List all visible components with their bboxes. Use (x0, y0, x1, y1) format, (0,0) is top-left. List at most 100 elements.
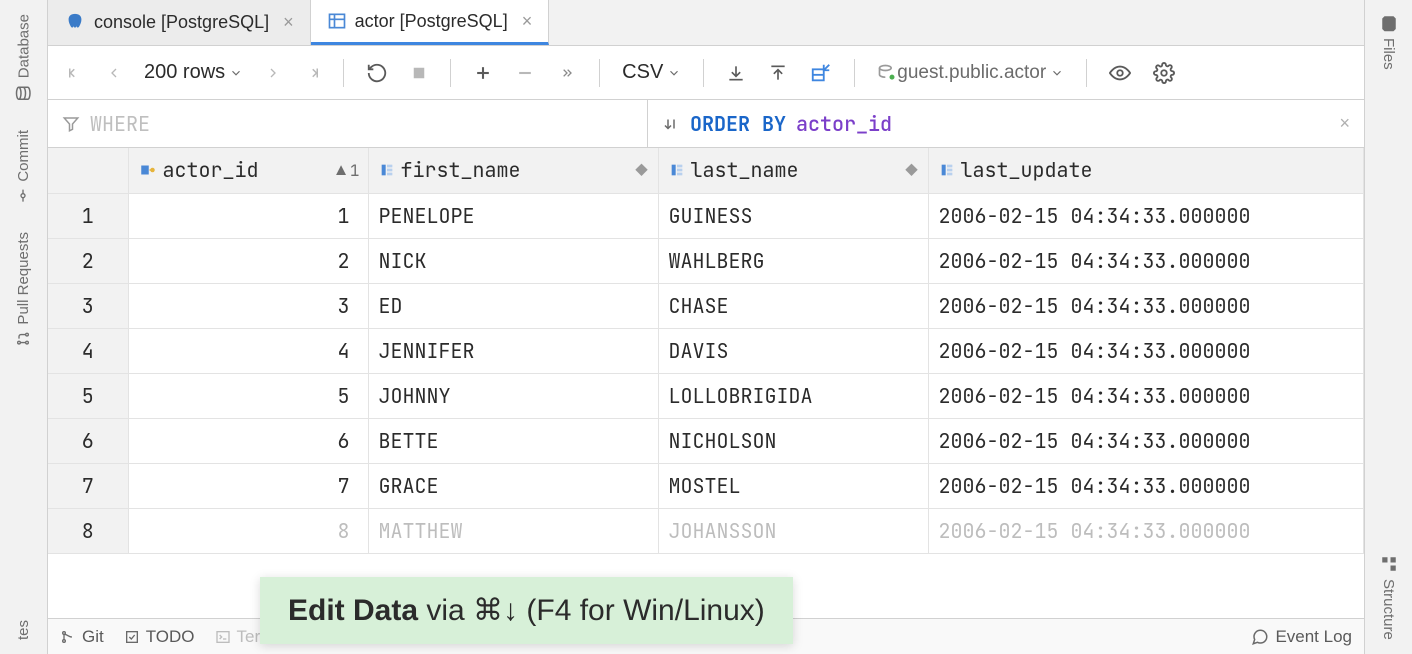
tool-structure[interactable]: Structure (1380, 541, 1398, 654)
data-cell[interactable]: ED (368, 283, 658, 328)
close-icon[interactable]: × (522, 11, 533, 32)
row-number-cell[interactable]: 1 (48, 193, 128, 238)
first-page-button[interactable] (60, 60, 90, 86)
data-cell[interactable]: 5 (128, 373, 368, 418)
data-cell[interactable]: WAHLBERG (658, 238, 928, 283)
data-cell[interactable]: 1 (128, 193, 368, 238)
event-log-icon (1251, 628, 1269, 646)
view-button[interactable] (1103, 58, 1137, 88)
tool-files[interactable]: Files (1380, 0, 1398, 84)
data-cell[interactable]: PENELOPE (368, 193, 658, 238)
table-row[interactable]: 44JENNIFERDAVIS2006-02-15 04:34:33.00000… (48, 328, 1364, 373)
row-number-cell[interactable]: 8 (48, 508, 128, 553)
column-header-row: actor_id ▲ 1 first_name ◆ (48, 148, 1364, 193)
where-filter-input[interactable]: WHERE (48, 100, 648, 147)
data-cell[interactable]: 2006-02-15 04:34:33.000000 (928, 463, 1364, 508)
data-cell[interactable]: 2006-02-15 04:34:33.000000 (928, 418, 1364, 463)
data-cell[interactable]: 2006-02-15 04:34:33.000000 (928, 328, 1364, 373)
last-page-button[interactable] (297, 60, 327, 86)
tab-console[interactable]: console [PostgreSQL] × (48, 0, 311, 45)
right-tool-sidebar: Files Structure (1364, 0, 1412, 654)
tab-console-label: console [PostgreSQL] (94, 12, 269, 33)
separator (1086, 59, 1087, 87)
close-icon[interactable]: × (283, 12, 294, 33)
table-row[interactable]: 22NICKWAHLBERG2006-02-15 04:34:33.000000 (48, 238, 1364, 283)
table-row[interactable]: 77GRACEMOSTEL2006-02-15 04:34:33.000000 (48, 463, 1364, 508)
status-git[interactable]: Git (60, 627, 104, 647)
data-cell[interactable]: BETTE (368, 418, 658, 463)
data-cell[interactable]: 2006-02-15 04:34:33.000000 (928, 508, 1364, 553)
data-cell[interactable]: NICHOLSON (658, 418, 928, 463)
data-cell[interactable]: JOHNNY (368, 373, 658, 418)
column-name: first_name (401, 157, 521, 183)
data-cell[interactable]: 2006-02-15 04:34:33.000000 (928, 373, 1364, 418)
data-cell[interactable]: 7 (128, 463, 368, 508)
terminal-icon (215, 629, 231, 645)
data-cell[interactable]: DAVIS (658, 328, 928, 373)
row-number-cell[interactable]: 6 (48, 418, 128, 463)
reload-button[interactable] (360, 58, 394, 88)
table-row[interactable]: 33EDCHASE2006-02-15 04:34:33.000000 (48, 283, 1364, 328)
row-number-cell[interactable]: 5 (48, 373, 128, 418)
prev-page-button[interactable] (100, 60, 128, 86)
data-cell[interactable]: 8 (128, 508, 368, 553)
clear-order-button[interactable]: × (1339, 113, 1350, 134)
more-actions-button[interactable] (551, 61, 583, 85)
tool-commit[interactable]: Commit (15, 116, 32, 218)
data-cell[interactable]: GRACE (368, 463, 658, 508)
download-button[interactable] (720, 59, 752, 87)
tab-actor[interactable]: actor [PostgreSQL] × (311, 0, 550, 45)
order-by-input[interactable]: ORDER BY actor_id × (648, 100, 1364, 147)
data-cell[interactable]: JENNIFER (368, 328, 658, 373)
column-icon (379, 162, 395, 178)
tool-bottom-truncated[interactable]: tes (15, 606, 32, 654)
row-number-cell[interactable]: 2 (48, 238, 128, 283)
data-cell[interactable]: MATTHEW (368, 508, 658, 553)
stop-button[interactable] (404, 60, 434, 86)
data-cell[interactable]: 2006-02-15 04:34:33.000000 (928, 238, 1364, 283)
data-cell[interactable]: GUINESS (658, 193, 928, 238)
tool-pull-requests[interactable]: Pull Requests (15, 218, 32, 361)
row-number-header[interactable] (48, 148, 128, 193)
data-cell[interactable]: 3 (128, 283, 368, 328)
column-header-actor-id[interactable]: actor_id ▲ 1 (128, 148, 368, 193)
export-format-dropdown[interactable]: CSV (616, 57, 687, 88)
data-cell[interactable]: JOHANSSON (658, 508, 928, 553)
next-page-button[interactable] (259, 60, 287, 86)
sort-index: 1 (350, 160, 360, 181)
hint-bold: Edit Data (288, 594, 418, 627)
upload-button[interactable] (762, 59, 794, 87)
row-number-cell[interactable]: 7 (48, 463, 128, 508)
import-table-button[interactable] (804, 58, 838, 88)
table-row[interactable]: 66BETTENICHOLSON2006-02-15 04:34:33.0000… (48, 418, 1364, 463)
data-cell[interactable]: MOSTEL (658, 463, 928, 508)
status-todo[interactable]: TODO (124, 627, 195, 647)
table-row[interactable]: 88MATTHEWJOHANSSON2006-02-15 04:34:33.00… (48, 508, 1364, 553)
tool-pullreq-label: Pull Requests (15, 232, 32, 325)
left-tool-sidebar: Database Commit Pull Requests tes (0, 0, 48, 654)
data-cell[interactable]: LOLLOBRIGIDA (658, 373, 928, 418)
tool-database[interactable]: Database (15, 0, 33, 116)
settings-button[interactable] (1147, 58, 1181, 88)
schema-selector[interactable]: guest.public.actor (871, 58, 1070, 88)
row-number-cell[interactable]: 4 (48, 328, 128, 373)
status-git-label: Git (82, 627, 104, 647)
column-header-last-update[interactable]: last_update (928, 148, 1364, 193)
data-cell[interactable]: 4 (128, 328, 368, 373)
column-header-first-name[interactable]: first_name ◆ (368, 148, 658, 193)
data-cell[interactable]: 6 (128, 418, 368, 463)
data-cell[interactable]: CHASE (658, 283, 928, 328)
data-cell[interactable]: 2006-02-15 04:34:33.000000 (928, 283, 1364, 328)
table-row[interactable]: 55JOHNNYLOLLOBRIGIDA2006-02-15 04:34:33.… (48, 373, 1364, 418)
data-grid[interactable]: actor_id ▲ 1 first_name ◆ (48, 148, 1364, 618)
data-cell[interactable]: 2 (128, 238, 368, 283)
table-row[interactable]: 11PENELOPEGUINESS2006-02-15 04:34:33.000… (48, 193, 1364, 238)
delete-row-button[interactable] (509, 59, 541, 87)
data-cell[interactable]: 2006-02-15 04:34:33.000000 (928, 193, 1364, 238)
add-row-button[interactable] (467, 59, 499, 87)
status-event-log[interactable]: Event Log (1251, 627, 1352, 647)
row-number-cell[interactable]: 3 (48, 283, 128, 328)
page-size-dropdown[interactable]: 200 rows (138, 57, 249, 88)
column-header-last-name[interactable]: last_name ◆ (658, 148, 928, 193)
data-cell[interactable]: NICK (368, 238, 658, 283)
